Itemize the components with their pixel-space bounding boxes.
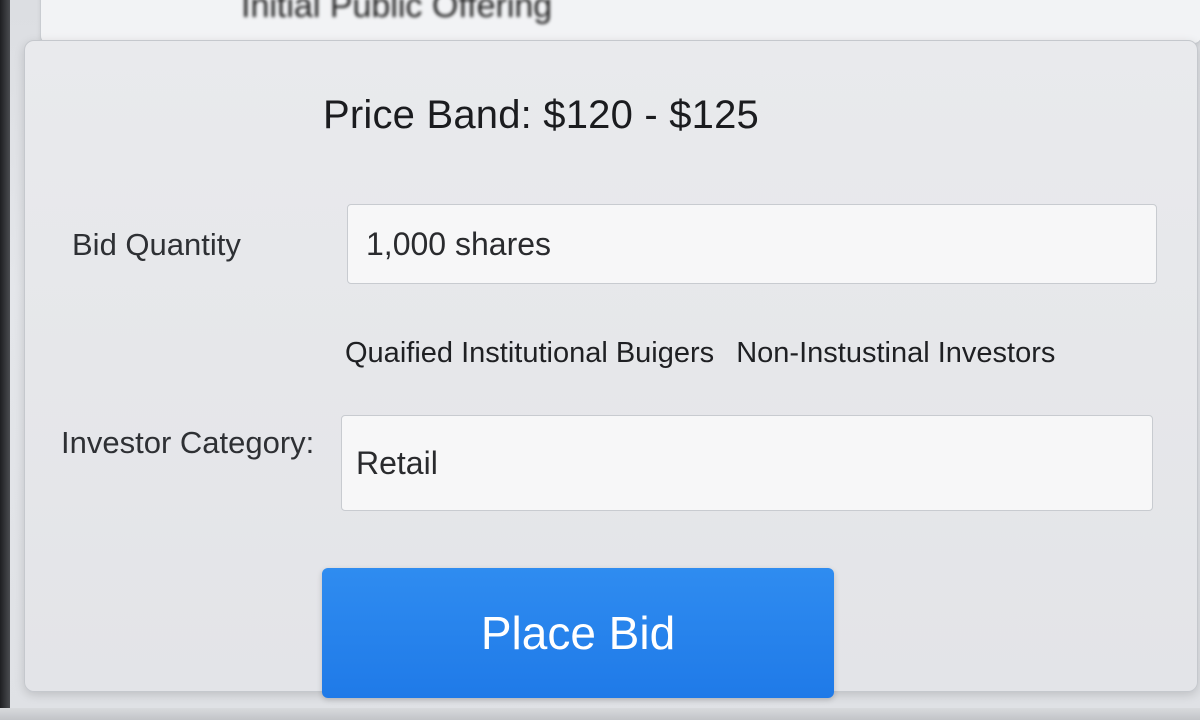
- top-card-title: Initial Public Offering: [241, 0, 553, 25]
- top-card: Initial Public Offering: [40, 0, 1200, 44]
- place-bid-button[interactable]: Place Bid: [322, 568, 834, 698]
- screen: Initial Public Offering Price Band: $120…: [0, 0, 1200, 720]
- category-options: Quaified Institutional Buigers Non-Instu…: [345, 337, 1069, 370]
- bottom-edge: [0, 708, 1200, 720]
- bid-quantity-label: Bid Quantity: [72, 227, 241, 262]
- investor-category-label: Investor Category:: [61, 425, 315, 460]
- bid-form-card: Price Band: $120 - $125 Bid Quantity 1,0…: [24, 40, 1198, 698]
- price-band-heading: Price Band: $120 - $125: [323, 93, 760, 137]
- investor-category-field[interactable]: Retail: [341, 415, 1153, 511]
- category-option-nii[interactable]: Non-Instustinal Investors: [736, 337, 1055, 369]
- bid-quantity-field[interactable]: 1,000 shares: [347, 204, 1157, 284]
- investor-category-value: Retail: [356, 444, 438, 481]
- device-bezel: [0, 0, 10, 720]
- category-option-qib[interactable]: Quaified Institutional Buigers: [345, 337, 714, 369]
- bid-quantity-value: 1,000 shares: [366, 225, 552, 262]
